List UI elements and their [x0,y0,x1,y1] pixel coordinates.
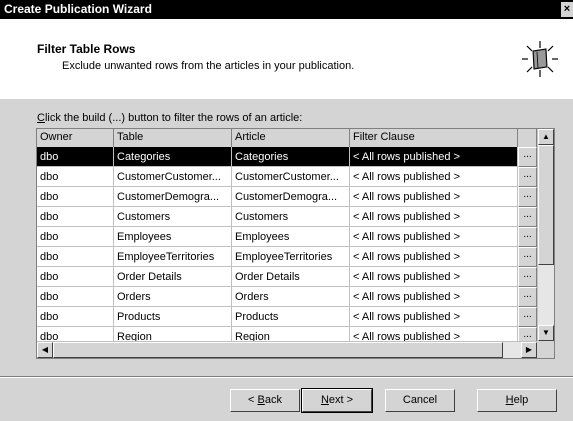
filter-clause-cell: < All rows published > [350,207,518,227]
table-cell: Employees [114,227,232,247]
article-cell: EmployeeTerritories [232,247,350,267]
table-row[interactable]: dbo Orders Orders < All rows published >… [37,287,537,307]
page-subtitle: Exclude unwanted rows from the articles … [62,60,355,72]
table-cell: EmployeeTerritories [114,247,232,267]
filter-clause-cell: < All rows published > [350,287,518,307]
table-cell: Categories [114,147,232,167]
article-cell: CustomerDemogra... [232,187,350,207]
build-filter-button[interactable]: ... [518,287,537,307]
vertical-scrollbar[interactable]: ▲ ▼ [537,129,554,341]
filter-clause-cell: < All rows published > [350,247,518,267]
build-filter-button[interactable]: ... [518,227,537,247]
help-button[interactable]: Help [477,389,557,412]
build-filter-button[interactable]: ... [518,167,537,187]
table-cell: Orders [114,287,232,307]
build-filter-button[interactable]: ... [518,267,537,287]
owner-cell: dbo [37,167,114,187]
header-divider [0,98,573,99]
build-filter-button[interactable]: ... [518,147,537,167]
window-title: Create Publication Wizard [4,2,152,16]
article-cell: Products [232,307,350,327]
horizontal-scroll-thumb[interactable] [53,342,503,358]
table-cell: Order Details [114,267,232,287]
table-row[interactable]: dbo Customers Customers < All rows publi… [37,207,537,227]
build-filter-button[interactable]: ... [518,307,537,327]
owner-cell: dbo [37,267,114,287]
cancel-button[interactable]: Cancel [385,389,455,412]
instruction-label: Click the build (...) button to filter t… [37,112,303,124]
grid-header: Owner Table Article Filter Clause [37,129,537,148]
scroll-left-icon[interactable]: ◀ [37,342,53,358]
table-cell: Products [114,307,232,327]
scroll-down-icon[interactable]: ▼ [538,325,554,341]
owner-cell: dbo [37,147,114,167]
filter-clause-cell: < All rows published > [350,307,518,327]
table-row[interactable]: dbo CustomerCustomer... CustomerCustomer… [37,167,537,187]
book-light-icon [521,40,559,78]
footer-divider-highlight [0,377,573,378]
articles-grid[interactable]: Owner Table Article Filter Clause dbo Ca… [36,128,555,359]
table-row[interactable]: dbo Order Details Order Details < All ro… [37,267,537,287]
close-icon[interactable]: × [561,2,573,17]
filter-clause-cell: < All rows published > [350,187,518,207]
scroll-up-icon[interactable]: ▲ [538,129,554,145]
table-row[interactable]: dbo CustomerDemogra... CustomerDemogra..… [37,187,537,207]
filter-clause-cell: < All rows published > [350,267,518,287]
build-filter-button[interactable]: ... [518,247,537,267]
table-cell: CustomerDemogra... [114,187,232,207]
owner-cell: dbo [37,247,114,267]
table-row[interactable]: dbo Products Products < All rows publish… [37,307,537,327]
table-row[interactable]: dbo Categories Categories < All rows pub… [37,147,537,167]
article-cell: Customers [232,207,350,227]
table-row[interactable]: dbo Employees Employees < All rows publi… [37,227,537,247]
column-header-article[interactable]: Article [232,129,350,147]
column-header-table[interactable]: Table [114,129,232,147]
column-header-build [518,129,537,147]
table-row[interactable]: dbo EmployeeTerritories EmployeeTerritor… [37,247,537,267]
article-cell: Categories [232,147,350,167]
page-title: Filter Table Rows [37,42,136,56]
scroll-right-icon[interactable]: ▶ [521,342,537,358]
owner-cell: dbo [37,187,114,207]
article-cell: Employees [232,227,350,247]
filter-clause-cell: < All rows published > [350,227,518,247]
filter-clause-cell: < All rows published > [350,167,518,187]
owner-cell: dbo [37,307,114,327]
vertical-scroll-thumb[interactable] [538,145,554,265]
wizard-header: Filter Table Rows Exclude unwanted rows … [0,19,573,99]
build-filter-button[interactable]: ... [518,207,537,227]
back-button[interactable]: < Back [230,389,300,412]
owner-cell: dbo [37,287,114,307]
owner-cell: dbo [37,227,114,247]
filter-clause-cell: < All rows published > [350,147,518,167]
article-cell: Orders [232,287,350,307]
title-bar: Create Publication Wizard × [0,0,573,19]
scrollbar-corner [537,341,554,358]
owner-cell: dbo [37,207,114,227]
table-cell: Customers [114,207,232,227]
article-cell: CustomerCustomer... [232,167,350,187]
horizontal-scrollbar[interactable]: ◀ ▶ [37,341,537,358]
table-cell: CustomerCustomer... [114,167,232,187]
column-header-filter-clause[interactable]: Filter Clause [350,129,518,147]
next-button[interactable]: Next > [301,388,373,413]
column-header-owner[interactable]: Owner [37,129,114,147]
article-cell: Order Details [232,267,350,287]
build-filter-button[interactable]: ... [518,187,537,207]
